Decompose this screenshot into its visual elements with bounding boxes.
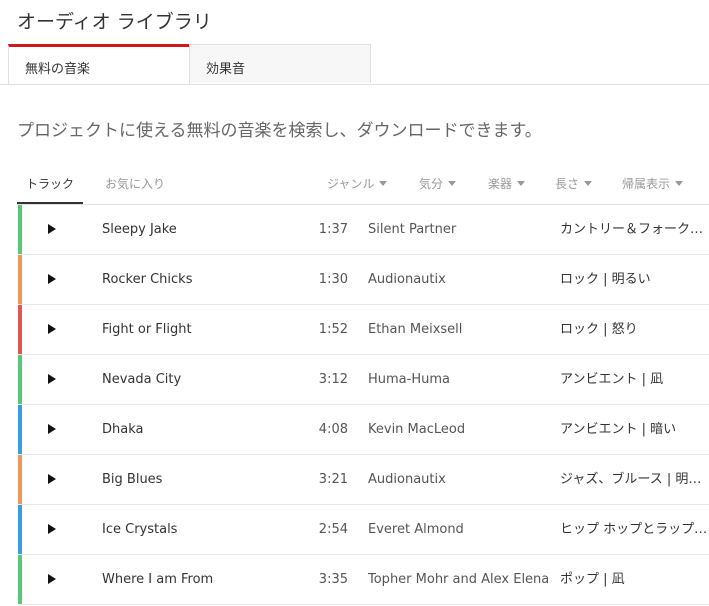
play-icon[interactable] (48, 524, 56, 534)
track-row[interactable]: Dhaka 4:08 Kevin MacLeod アンビエント | 暗い (18, 405, 709, 455)
favorites-tab[interactable]: お気に入り (105, 170, 165, 202)
track-title: Dhaka (102, 422, 144, 437)
track-genre: アンビエント | 凪 (560, 372, 664, 387)
attribution-filter-label: 帰属表示 (622, 177, 671, 191)
track-title: Nevada City (102, 372, 182, 387)
track-artist: Audionautix (368, 472, 446, 487)
track-artist: Topher Mohr and Alex Elena (368, 572, 550, 587)
play-icon[interactable] (48, 274, 56, 284)
tracks-tab[interactable]: トラック (17, 170, 83, 204)
track-duration: 3:12 (318, 372, 348, 387)
play-icon[interactable] (48, 224, 56, 234)
track-row[interactable]: Sleepy Jake 1:37 Silent Partner カントリー＆フォーク… (18, 205, 709, 255)
mood-filter-label: 気分 (419, 177, 444, 191)
track-genre: ポップ | 凪 (560, 572, 625, 587)
track-duration: 1:30 (318, 272, 348, 287)
chevron-down-icon (379, 181, 388, 186)
genre-color-bar (18, 205, 22, 254)
track-title: Big Blues (102, 472, 163, 487)
track-duration: 1:52 (318, 322, 348, 337)
track-title: Rocker Chicks (102, 272, 193, 287)
chevron-down-icon (448, 181, 457, 186)
track-genre: ロック | 明るい (560, 272, 651, 287)
track-title: Ice Crystals (102, 522, 178, 537)
track-genre: カントリー＆フォーク… (560, 222, 704, 237)
track-row[interactable]: Big Blues 3:21 Audionautix ジャズ、ブルース | 明… (18, 455, 709, 505)
track-row[interactable]: Rocker Chicks 1:30 Audionautix ロック | 明るい (18, 255, 709, 305)
mood-filter[interactable]: 気分 (419, 170, 457, 198)
track-artist: Silent Partner (368, 222, 457, 237)
genre-color-bar (18, 555, 22, 604)
genre-color-bar (18, 405, 22, 454)
genre-filter[interactable]: ジャンル (327, 170, 388, 198)
track-title: Where I am From (102, 572, 214, 587)
play-icon[interactable] (48, 424, 56, 434)
attribution-filter[interactable]: 帰属表示 (622, 170, 684, 198)
track-row[interactable]: Where I am From 3:35 Topher Mohr and Alex … (18, 555, 709, 605)
play-icon[interactable] (48, 474, 56, 484)
genre-color-bar (18, 255, 22, 304)
track-row[interactable]: Fight or Flight 1:52 Ethan Meixsell ロック | 怒… (18, 305, 709, 355)
track-title: Fight or Flight (102, 322, 192, 337)
track-artist: Kevin MacLeod (368, 422, 466, 437)
track-row[interactable]: Ice Crystals 2:54 Everet Almond ヒップ ホップとラップ… (18, 505, 709, 555)
genre-filter-label: ジャンル (327, 177, 375, 191)
genre-color-bar (18, 355, 22, 404)
track-duration: 3:21 (318, 472, 348, 487)
track-artist: Audionautix (368, 272, 446, 287)
track-title: Sleepy Jake (102, 222, 177, 237)
genre-color-bar (18, 455, 22, 504)
page-title: オーディオ ライブラリ (17, 11, 212, 33)
tab-bar: 無料の音楽 効果音 (0, 44, 709, 85)
page-description: プロジェクトに使える無料の音楽を検索し、ダウンロードできます。 (17, 121, 542, 141)
play-icon[interactable] (48, 324, 56, 334)
track-genre: ジャズ、ブルース | 明… (560, 472, 702, 487)
track-genre: ヒップ ホップとラップ… (560, 522, 708, 537)
tab-sound-effects[interactable]: 効果音 (189, 44, 371, 83)
instrument-filter-label: 楽器 (488, 177, 513, 191)
genre-color-bar (18, 305, 22, 354)
genre-color-bar (18, 505, 22, 554)
track-duration: 1:37 (318, 222, 348, 237)
track-row[interactable]: Nevada City 3:12 Huma-Huma アンビエント | 凪 (18, 355, 709, 405)
chevron-down-icon (584, 181, 593, 186)
track-genre: ロック | 怒り (560, 322, 638, 337)
track-artist: Huma-Huma (368, 372, 450, 387)
track-duration: 4:08 (318, 422, 348, 437)
chevron-down-icon (517, 181, 526, 186)
play-icon[interactable] (48, 374, 56, 384)
track-genre: アンビエント | 暗い (560, 422, 677, 437)
track-artist: Ethan Meixsell (368, 322, 463, 337)
track-artist: Everet Almond (368, 522, 464, 537)
track-list: Sleepy Jake 1:37 Silent Partner カントリー＆フォーク…… (18, 205, 709, 605)
track-duration: 3:35 (318, 572, 348, 587)
tab-free-music[interactable]: 無料の音楽 (8, 44, 190, 84)
duration-filter-label: 長さ (555, 177, 580, 191)
filter-bar: トラック お気に入り ジャンル 気分 楽器 長さ 帰属表示 (17, 170, 709, 205)
track-duration: 2:54 (318, 522, 348, 537)
instrument-filter[interactable]: 楽器 (488, 170, 526, 198)
play-icon[interactable] (48, 574, 56, 584)
duration-filter[interactable]: 長さ (555, 170, 593, 198)
chevron-down-icon (675, 181, 684, 186)
